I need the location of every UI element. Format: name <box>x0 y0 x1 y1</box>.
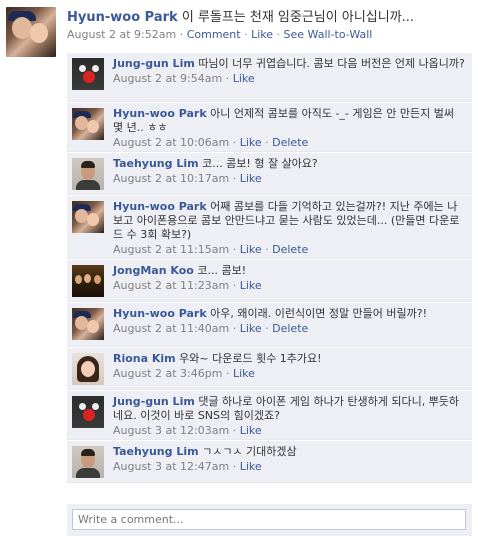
comment-item: Hyun-woo Park 어째 콤보를 다들 기억하고 있는걸까?! 지난 주… <box>67 196 472 259</box>
comment-like-link[interactable]: Like <box>233 72 255 85</box>
author-avatar[interactable] <box>6 7 56 57</box>
comment-like-link[interactable]: Like <box>240 243 262 256</box>
comment-time: August 2 at 11:15am <box>113 243 230 256</box>
separator-dot: · <box>232 322 237 335</box>
comment-like-link[interactable]: Like <box>240 172 262 185</box>
comment-delete-link[interactable]: Delete <box>272 243 308 256</box>
comment-like-link[interactable]: Like <box>240 424 262 437</box>
comment-meta: August 3 at 12:47am · Like <box>113 460 465 474</box>
commenter-name-link[interactable]: Jung-gun Lim <box>113 57 195 70</box>
like-link[interactable]: Like <box>251 28 273 41</box>
comment-like-link[interactable]: Like <box>233 367 255 380</box>
comment-delete-link[interactable]: Delete <box>272 322 308 335</box>
comment-like-link[interactable]: Like <box>240 279 262 292</box>
comment-meta: August 2 at 10:17am · Like <box>113 172 465 186</box>
post-header: Hyun-woo Park 이 루돌프는 천재 임중근님이 아니십니까... <box>67 9 472 27</box>
comment-time: August 2 at 3:46pm <box>113 367 223 380</box>
see-wall-to-wall-link[interactable]: See Wall-to-Wall <box>284 28 373 41</box>
commenter-avatar[interactable] <box>72 158 104 190</box>
post-author-link[interactable]: Hyun-woo Park <box>67 10 178 25</box>
comment-body: JongMan Koo 코... 콤보! August 2 at 11:23am… <box>113 264 465 293</box>
comment-item: Riona Kim 우와~ 다운로드 횟수 1추가요! August 2 at … <box>67 348 472 390</box>
commenter-avatar[interactable] <box>72 396 104 428</box>
comment-meta: August 2 at 11:40am · Like · Delete <box>113 322 465 336</box>
comment-meta: August 2 at 11:23am · Like <box>113 279 465 293</box>
separator-dot: · <box>232 172 237 185</box>
comment-meta: August 2 at 3:46pm · Like <box>113 367 465 381</box>
commenter-avatar[interactable] <box>72 108 104 140</box>
commenter-name-link[interactable]: Taehyung Lim <box>113 157 199 170</box>
comment-item: Hyun-woo Park 아우, 왜이래. 이런식이면 정말 만들어 버릴까?… <box>67 303 472 347</box>
comment-body: Hyun-woo Park 아니 언제적 콤보를 아직도 -_- 게임은 안 만… <box>113 107 465 150</box>
comment-text: ㄱㅅㄱㅅ 기대하겠삼 <box>202 445 297 458</box>
separator-dot: · <box>276 28 281 41</box>
comment-meta: August 3 at 12:03am · Like <box>113 424 465 438</box>
comment-like-link[interactable]: Like <box>240 136 262 149</box>
comment-body: Taehyung Lim 코... 콤보! 형 잘 살아요? August 2 … <box>113 157 465 186</box>
separator-dot: · <box>244 28 248 41</box>
separator-dot: · <box>225 72 230 85</box>
commenter-name-link[interactable]: Riona Kim <box>113 352 176 365</box>
comment-meta: August 2 at 10:06am · Like · Delete <box>113 136 465 150</box>
post-meta: August 2 at 9:52am · Comment · Like · Se… <box>67 28 372 41</box>
comment-meta: August 2 at 9:54am · Like <box>113 72 465 86</box>
comment-item: Taehyung Lim ㄱㅅㄱㅅ 기대하겠삼 August 3 at 12:4… <box>67 441 472 483</box>
comment-delete-link[interactable]: Delete <box>272 136 308 149</box>
comment-body: Taehyung Lim ㄱㅅㄱㅅ 기대하겠삼 August 3 at 12:4… <box>113 445 465 474</box>
comment-time: August 2 at 9:54am <box>113 72 223 85</box>
commenter-name-link[interactable]: JongMan Koo <box>113 264 194 277</box>
commenter-avatar[interactable] <box>72 446 104 478</box>
comment-item: JongMan Koo 코... 콤보! August 2 at 11:23am… <box>67 260 472 302</box>
comment-time: August 3 at 12:47am <box>113 460 230 473</box>
comment-body: Hyun-woo Park 어째 콤보를 다들 기억하고 있는걸까?! 지난 주… <box>113 200 465 257</box>
write-comment-box <box>67 504 472 536</box>
comment-text: 코... 콤보! <box>197 264 247 277</box>
comment-like-link[interactable]: Like <box>240 322 262 335</box>
commenter-avatar[interactable] <box>72 308 104 340</box>
separator-dot: · <box>225 367 230 380</box>
comment-time: August 3 at 12:03am <box>113 424 230 437</box>
separator-dot: · <box>232 424 237 437</box>
separator-dot: · <box>232 279 237 292</box>
comment-time: August 2 at 10:06am <box>113 136 230 149</box>
separator-dot: · <box>265 136 269 149</box>
comment-time: August 2 at 10:17am <box>113 172 230 185</box>
commenter-avatar[interactable] <box>72 201 104 233</box>
commenter-avatar[interactable] <box>72 58 104 90</box>
comment-text: 우와~ 다운로드 횟수 1추가요! <box>179 352 322 365</box>
separator-dot: · <box>232 460 237 473</box>
comment-body: Jung-gun Lim 댓글 하나로 아이폰 게임 하나가 탄생하게 되다니,… <box>113 395 465 438</box>
comment-time: August 2 at 11:23am <box>113 279 230 292</box>
separator-dot: · <box>179 28 184 41</box>
post-text: 이 루돌프는 천재 임중근님이 아니십니까... <box>181 10 415 25</box>
separator-dot: · <box>232 243 237 256</box>
comment-link[interactable]: Comment <box>187 28 241 41</box>
post-time: August 2 at 9:52am <box>67 28 177 41</box>
commenter-avatar[interactable] <box>72 265 104 297</box>
separator-dot: · <box>265 243 269 256</box>
write-comment-input[interactable] <box>72 509 466 530</box>
wall-post: Hyun-woo Park 이 루돌프는 천재 임중근님이 아니십니까... A… <box>0 0 478 544</box>
comment-body: Riona Kim 우와~ 다운로드 횟수 1추가요! August 2 at … <box>113 352 465 381</box>
comment-body: Jung-gun Lim 따님이 너무 귀엽습니다. 콤보 다음 버전은 언제 … <box>113 57 465 86</box>
separator-dot: · <box>232 136 237 149</box>
comment-item: Hyun-woo Park 아니 언제적 콤보를 아직도 -_- 게임은 안 만… <box>67 103 472 152</box>
commenter-name-link[interactable]: Jung-gun Lim <box>113 395 195 408</box>
commenter-name-link[interactable]: Taehyung Lim <box>113 445 199 458</box>
comment-text: 따님이 너무 귀엽습니다. 콤보 다음 버전은 언제 나옵니까? <box>198 57 465 70</box>
comment-item: Taehyung Lim 코... 콤보! 형 잘 살아요? August 2 … <box>67 153 472 195</box>
comment-text: 코... 콤보! 형 잘 살아요? <box>202 157 318 170</box>
separator-dot: · <box>265 322 269 335</box>
comment-item: Jung-gun Lim 따님이 너무 귀엽습니다. 콤보 다음 버전은 언제 … <box>67 53 472 102</box>
comment-meta: August 2 at 11:15am · Like · Delete <box>113 243 465 257</box>
comment-like-link[interactable]: Like <box>240 460 262 473</box>
comment-item: Jung-gun Lim 댓글 하나로 아이폰 게임 하나가 탄생하게 되다니,… <box>67 391 472 440</box>
commenter-name-link[interactable]: Hyun-woo Park <box>113 107 207 120</box>
commenter-avatar[interactable] <box>72 353 104 385</box>
comment-text: 아우, 왜이래. 이런식이면 정말 만들어 버릴까?! <box>210 307 428 320</box>
comment-time: August 2 at 11:40am <box>113 322 230 335</box>
comment-body: Hyun-woo Park 아우, 왜이래. 이런식이면 정말 만들어 버릴까?… <box>113 307 465 336</box>
commenter-name-link[interactable]: Hyun-woo Park <box>113 200 207 213</box>
commenter-name-link[interactable]: Hyun-woo Park <box>113 307 207 320</box>
